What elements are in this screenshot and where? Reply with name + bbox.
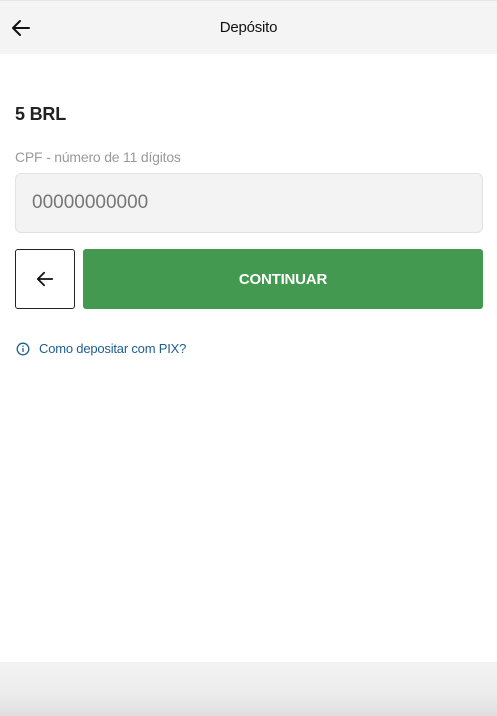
back-button[interactable] [15, 249, 75, 309]
deposit-amount: 5 BRL [15, 104, 67, 124]
pix-help-label: Como depositar com PIX? [39, 341, 187, 356]
cpf-input[interactable] [15, 173, 483, 233]
top-bar: Depósito [0, 0, 497, 54]
bottom-bar [0, 662, 497, 716]
info-icon [16, 342, 30, 355]
arrow-left-icon [36, 271, 54, 287]
continue-button[interactable]: CONTINUAR [83, 249, 483, 309]
cpf-label: CPF - número de 11 dígitos [15, 149, 181, 165]
pix-help-link[interactable]: Como depositar com PIX? [16, 341, 186, 356]
page-title: Depósito [219, 19, 278, 36]
